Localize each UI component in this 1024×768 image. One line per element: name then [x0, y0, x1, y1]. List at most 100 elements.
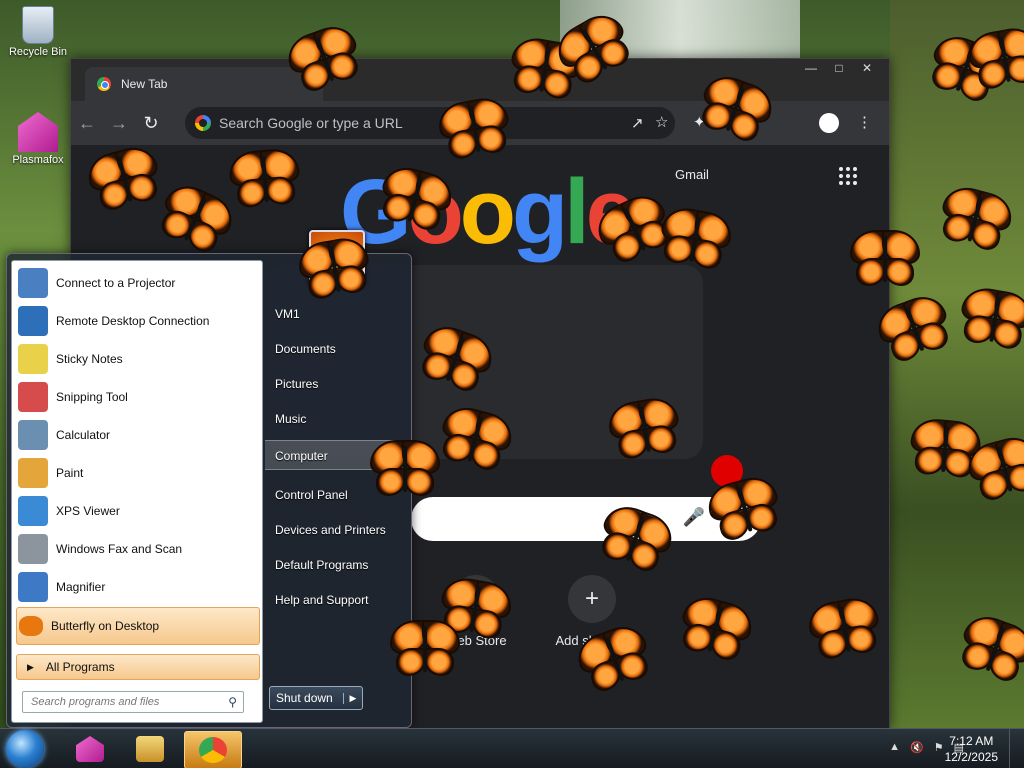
start-link-music[interactable]: Music — [275, 412, 306, 426]
start-item-label: Calculator — [56, 428, 111, 442]
start-item-magnifier[interactable]: Magnifier — [16, 569, 258, 605]
tray-expand-icon[interactable]: ▲ — [889, 741, 900, 754]
google-icon — [195, 115, 211, 131]
start-item-label: Windows Fax and Scan — [56, 542, 183, 556]
back-icon[interactable]: ← — [71, 113, 103, 134]
clock[interactable]: 7:12 AM 12/2/2025 — [945, 733, 998, 765]
start-link-computer[interactable]: Computer — [265, 440, 405, 470]
start-link-control-panel[interactable]: Control Panel — [275, 488, 348, 502]
volume-muted-icon[interactable]: 🔇 — [910, 741, 924, 754]
browser-toolbar: ← → ↻ Search Google or type a URL ↗ ☆ ✦ … — [71, 101, 889, 145]
start-item-calculator[interactable]: Calculator — [16, 417, 258, 453]
start-menu-links: VM1 Documents Pictures Music Computer Co… — [265, 254, 411, 727]
start-button[interactable] — [6, 730, 44, 768]
remote-desktop-icon — [18, 306, 48, 336]
search-box[interactable]: 🎤 ◉ — [411, 497, 761, 541]
shutdown-options-icon[interactable]: ▶ — [343, 692, 362, 704]
start-item-label: Snipping Tool — [56, 390, 128, 404]
start-item-xps-viewer[interactable]: XPS Viewer — [16, 493, 258, 529]
window-controls: — □ ✕ — [797, 59, 881, 77]
start-item-sticky-notes[interactable]: Sticky Notes — [16, 341, 258, 377]
tab-new-tab[interactable]: New Tab — [85, 67, 323, 101]
omnibox[interactable]: Search Google or type a URL ↗ ☆ — [185, 107, 675, 139]
star-icon[interactable]: ☆ — [655, 113, 668, 131]
desktop-icon-label: Plasmafox — [12, 154, 64, 166]
share-icon[interactable]: ↗ — [631, 114, 644, 132]
shutdown-button[interactable]: Shut down ▶ — [269, 686, 363, 710]
file-explorer-icon — [136, 736, 164, 762]
start-item-label: XPS Viewer — [56, 504, 120, 518]
play-arrow-icon: ▶ — [27, 661, 34, 672]
start-item-projector[interactable]: Connect to a Projector — [16, 265, 258, 301]
start-item-label: Remote Desktop Connection — [56, 314, 210, 328]
start-menu-programs: Connect to a Projector Remote Desktop Co… — [11, 260, 263, 723]
shortcut-label: Add shortcut — [555, 633, 629, 648]
google-logo: Google — [340, 161, 637, 263]
plasmafox-icon — [76, 736, 104, 762]
start-item-paint[interactable]: Paint — [16, 455, 258, 491]
start-item-label: Paint — [56, 466, 84, 480]
close-button[interactable]: ✕ — [853, 59, 881, 77]
sticky-notes-icon — [18, 344, 48, 374]
start-item-fax-scan[interactable]: Windows Fax and Scan — [16, 531, 258, 567]
plasmafox-icon — [18, 112, 58, 152]
doodle-red-dot — [711, 455, 743, 487]
paint-palette-icon — [18, 458, 48, 488]
gmail-link[interactable]: Gmail — [675, 167, 709, 182]
start-item-label: Magnifier — [56, 580, 106, 594]
desktop-icon-label: Recycle Bin — [8, 46, 68, 58]
forward-icon[interactable]: → — [103, 113, 135, 134]
omnibox-placeholder: Search Google or type a URL — [219, 115, 403, 131]
apps-icon[interactable] — [839, 167, 857, 185]
profile-icon[interactable] — [819, 113, 839, 133]
start-link-vm1[interactable]: VM1 — [275, 307, 300, 321]
desktop-icon-recycle-bin[interactable]: Recycle Bin — [2, 6, 74, 58]
magnifier-icon — [18, 572, 48, 602]
desktop-icon-plasmafox[interactable]: Plasmafox — [2, 112, 74, 166]
scissors-icon — [18, 382, 48, 412]
xps-viewer-icon — [18, 496, 48, 526]
microphone-icon[interactable]: 🎤 — [683, 507, 705, 528]
start-item-butterfly[interactable]: Butterfly on Desktop — [16, 607, 260, 645]
clock-date: 12/2/2025 — [944, 750, 998, 764]
start-menu: Connect to a Projector Remote Desktop Co… — [6, 230, 412, 728]
start-item-remote-desktop[interactable]: Remote Desktop Connection — [16, 303, 258, 339]
taskbar-plasmafox[interactable] — [62, 731, 118, 767]
start-link-devices-printers[interactable]: Devices and Printers — [275, 523, 386, 537]
clock-time: 7:12 AM — [949, 734, 994, 748]
reload-icon[interactable]: ↻ — [135, 113, 167, 134]
chrome-icon — [97, 77, 111, 91]
shortcut-add[interactable]: + Add shortcut — [537, 575, 647, 648]
start-search-input[interactable]: Search programs and files ⚲ — [22, 691, 244, 713]
shutdown-label: Shut down — [276, 691, 333, 705]
recycle-bin-icon — [22, 6, 54, 44]
start-item-snipping-tool[interactable]: Snipping Tool — [16, 379, 258, 415]
browser-titlebar: New Tab — □ ✕ — [71, 59, 889, 101]
all-programs-label: All Programs — [45, 660, 115, 674]
chrome-icon — [199, 737, 227, 763]
shortcut-web-store[interactable]: ▩ Web Store — [421, 575, 531, 648]
plus-icon: + — [568, 575, 616, 623]
show-desktop-button[interactable] — [1009, 729, 1024, 768]
start-link-pictures[interactable]: Pictures — [275, 377, 318, 391]
search-placeholder: Search programs and files — [31, 696, 160, 708]
taskbar-chrome[interactable] — [184, 731, 242, 768]
all-programs-button[interactable]: ▶ All Programs — [16, 654, 260, 680]
wallpaper-forest — [890, 0, 1024, 730]
start-link-default-programs[interactable]: Default Programs — [275, 558, 368, 572]
extensions-icon[interactable]: ✦ — [693, 113, 706, 131]
start-item-label: Sticky Notes — [56, 352, 123, 366]
taskbar: ▲ 🔇 ⚑ ▤ 7:12 AM 12/2/2025 — [0, 728, 1024, 768]
action-center-flag-icon[interactable]: ⚑ — [934, 741, 944, 754]
start-link-help-support[interactable]: Help and Support — [275, 593, 368, 607]
shortcut-label: Web Store — [445, 633, 507, 648]
menu-icon[interactable]: ⋮ — [857, 113, 872, 131]
tab-title: New Tab — [121, 77, 168, 91]
minimize-button[interactable]: — — [797, 59, 825, 77]
start-item-label: Connect to a Projector — [56, 276, 176, 290]
taskbar-file-explorer[interactable] — [122, 731, 178, 767]
web-store-icon: ▩ — [452, 575, 500, 623]
maximize-button[interactable]: □ — [825, 59, 853, 77]
camera-icon[interactable]: ◉ — [725, 507, 741, 528]
start-link-documents[interactable]: Documents — [275, 342, 336, 356]
